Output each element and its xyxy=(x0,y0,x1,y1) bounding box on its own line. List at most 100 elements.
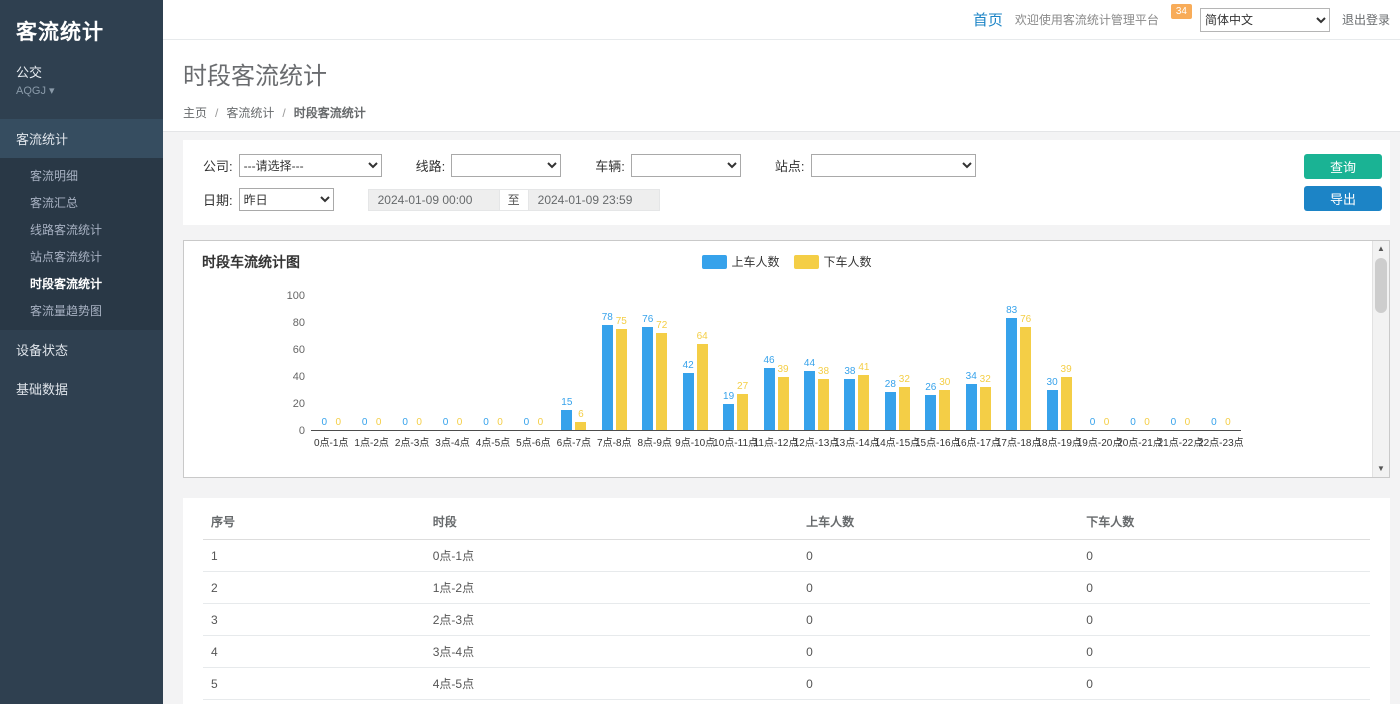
bar[interactable] xyxy=(575,422,586,430)
line-select[interactable] xyxy=(451,154,561,177)
sidebar-item-device-status[interactable]: 设备状态 xyxy=(0,330,163,369)
date-preset-select[interactable]: 昨日 xyxy=(239,188,334,211)
station-label: 站点: xyxy=(775,156,805,175)
sidebar-item-period-stats[interactable]: 时段客流统计 xyxy=(0,270,163,297)
bar-group: 00 xyxy=(1201,296,1241,430)
bar[interactable] xyxy=(642,327,653,430)
chart-legend: 上车人数下车人数 xyxy=(701,253,871,270)
bar[interactable] xyxy=(925,395,936,430)
bar[interactable] xyxy=(885,392,896,430)
y-axis-label: 20 xyxy=(293,398,305,410)
bar-column: 0 xyxy=(440,296,452,430)
bar[interactable] xyxy=(602,325,613,430)
bar[interactable] xyxy=(858,375,869,430)
bar[interactable] xyxy=(737,394,748,430)
company-select[interactable]: ---请选择--- xyxy=(239,154,382,177)
bar-column: 30 xyxy=(1046,296,1058,430)
legend-item[interactable]: 下车人数 xyxy=(794,253,872,270)
bar[interactable] xyxy=(804,371,815,430)
sidebar-item-base-data[interactable]: 基础数据 xyxy=(0,369,163,408)
date-from-input[interactable] xyxy=(368,189,500,211)
breadcrumb-home[interactable]: 主页 xyxy=(183,104,207,121)
y-axis-label: 60 xyxy=(293,344,305,356)
sidebar-item-passenger-stats[interactable]: 客流统计 xyxy=(0,119,163,158)
sidebar-item-line-stats[interactable]: 线路客流统计 xyxy=(0,216,163,243)
y-axis-label: 80 xyxy=(293,317,305,329)
bar[interactable] xyxy=(1047,390,1058,431)
sidebar-item-passenger-detail[interactable]: 客流明细 xyxy=(0,162,163,189)
bar-group: 3039 xyxy=(1039,296,1079,430)
bar-group: 1927 xyxy=(715,296,755,430)
col-header-boarding: 上车人数 xyxy=(798,504,1078,540)
bar[interactable] xyxy=(980,387,991,430)
table-row: 32点-3点00 xyxy=(203,604,1370,636)
bar[interactable] xyxy=(899,387,910,430)
bar-column: 0 xyxy=(480,296,492,430)
bar-column: 0 xyxy=(373,296,385,430)
bar[interactable] xyxy=(1020,327,1031,430)
col-header-index: 序号 xyxy=(203,504,425,540)
bar-group: 3841 xyxy=(837,296,877,430)
bar-value-label: 0 xyxy=(335,418,341,428)
breadcrumb-passenger-stats[interactable]: 客流统计 xyxy=(226,104,274,121)
legend-item[interactable]: 上车人数 xyxy=(701,253,779,270)
bar[interactable] xyxy=(1061,377,1072,430)
bar[interactable] xyxy=(1006,318,1017,430)
bar[interactable] xyxy=(697,344,708,430)
bar-value-label: 30 xyxy=(939,378,950,388)
table-cell: 0 xyxy=(1078,700,1370,704)
bar[interactable] xyxy=(561,410,572,430)
table-header-row: 序号 时段 上车人数 下车人数 xyxy=(203,504,1370,540)
bar[interactable] xyxy=(723,404,734,430)
y-axis: 020406080100 xyxy=(269,296,305,431)
notification-badge[interactable]: 34 xyxy=(1171,4,1192,19)
bar[interactable] xyxy=(818,379,829,430)
bar-column: 0 xyxy=(1127,296,1139,430)
language-select[interactable]: 简体中文 xyxy=(1200,8,1330,32)
date-to-input[interactable] xyxy=(528,189,660,211)
bar[interactable] xyxy=(844,379,855,430)
scroll-thumb[interactable] xyxy=(1375,258,1387,313)
bar[interactable] xyxy=(764,368,775,430)
x-axis-label: 0点-1点 xyxy=(311,434,351,449)
bar[interactable] xyxy=(616,329,627,430)
export-button[interactable]: 导出 xyxy=(1304,186,1382,211)
breadcrumb-separator: / xyxy=(282,106,285,120)
bar[interactable] xyxy=(656,333,667,430)
station-select[interactable] xyxy=(811,154,976,177)
scroll-up-arrow[interactable]: ▲ xyxy=(1373,241,1389,257)
bar-group: 4438 xyxy=(796,296,836,430)
filter-row-2: 日期: 昨日 至 xyxy=(203,188,1280,211)
bar-value-label: 0 xyxy=(538,418,544,428)
bar[interactable] xyxy=(939,390,950,431)
passenger-stats-submenu: 客流明细 客流汇总 线路客流统计 站点客流统计 时段客流统计 客流量趋势图 xyxy=(0,158,163,330)
scroll-down-arrow[interactable]: ▼ xyxy=(1373,461,1389,477)
sidebar-item-station-stats[interactable]: 站点客流统计 xyxy=(0,243,163,270)
x-axis-label: 18点-19点 xyxy=(1039,434,1079,449)
bar-group: 00 xyxy=(351,296,391,430)
org-selector[interactable]: AQGJ ▾ xyxy=(0,81,163,111)
sidebar-item-trend-chart[interactable]: 客流量趋势图 xyxy=(0,297,163,324)
bar-value-label: 76 xyxy=(1020,315,1031,325)
bar-value-label: 28 xyxy=(885,380,896,390)
home-link[interactable]: 首页 xyxy=(973,9,1003,30)
vehicle-select[interactable] xyxy=(631,154,741,177)
bar[interactable] xyxy=(683,373,694,430)
bar-value-label: 0 xyxy=(1211,418,1217,428)
data-table: 序号 时段 上车人数 下车人数 10点-1点0021点-2点0032点-3点00… xyxy=(203,504,1370,704)
bar-column: 75 xyxy=(615,296,627,430)
bar-column: 0 xyxy=(1208,296,1220,430)
query-button[interactable]: 查询 xyxy=(1304,154,1382,179)
bar[interactable] xyxy=(966,384,977,430)
logout-link[interactable]: 退出登录 xyxy=(1342,11,1390,28)
date-range-separator: 至 xyxy=(499,189,529,211)
breadcrumb-current: 时段客流统计 xyxy=(294,104,366,121)
scrollbar[interactable]: ▲ ▼ xyxy=(1372,241,1389,477)
bar-column: 28 xyxy=(884,296,896,430)
bar[interactable] xyxy=(778,377,789,430)
sidebar-item-passenger-summary[interactable]: 客流汇总 xyxy=(0,189,163,216)
bar-column: 39 xyxy=(1060,296,1072,430)
breadcrumb-separator: / xyxy=(215,106,218,120)
bar-value-label: 27 xyxy=(737,382,748,392)
x-axis-label: 14点-15点 xyxy=(877,434,917,449)
